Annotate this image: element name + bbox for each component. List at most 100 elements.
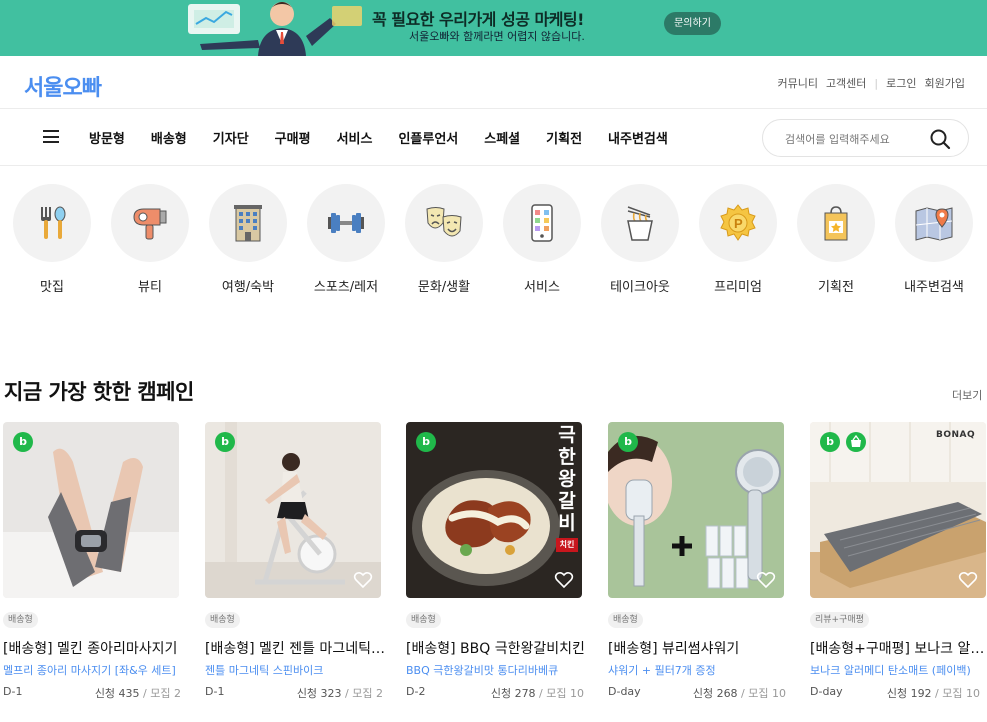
category-beauty[interactable]: 뷰티 xyxy=(100,184,200,295)
search-box[interactable]: 검색어를 입력해주세요 xyxy=(762,119,969,157)
category-takeout[interactable]: 테이크아웃 xyxy=(590,184,690,295)
hairdryer-icon xyxy=(133,208,167,240)
shopping-basket-icon xyxy=(851,434,861,447)
promo-banner[interactable]: 꼭 필요한 우리가게 성공 마케팅! 서울오빠와 함께라면 어렵지 않습니다. … xyxy=(0,0,987,56)
category-service[interactable]: 서비스 xyxy=(492,184,592,295)
campaign-title[interactable]: [배송형] 뷰리썸샤워기 xyxy=(608,638,790,658)
campaign-type-tag: 배송형 xyxy=(205,612,240,628)
applicant-count: 신청 323 xyxy=(296,687,342,700)
banner-contact-button[interactable]: 문의하기 xyxy=(664,12,721,35)
campaign-stats: 신청 192 / 모집 10 xyxy=(886,687,980,700)
category-culture[interactable]: 문화/생활 xyxy=(394,184,494,295)
community-link[interactable]: 커뮤니티 xyxy=(777,75,817,91)
customer-center-link[interactable]: 고객센터 xyxy=(826,75,866,91)
campaign-description: 보나크 알러메디 탄소매트 (페이백) xyxy=(810,664,971,677)
banner-illustration xyxy=(188,2,362,56)
menu-reporter[interactable]: 기자단 xyxy=(213,128,249,147)
purchase-review-badge xyxy=(846,432,866,452)
campaign-title[interactable]: [배송형+구매평] 보나크 알러메디 탄소매트 xyxy=(810,638,987,658)
campaign-card[interactable]: BONAQ b 리뷰+구매평 [배송형+구매평] 보나크 알러메디 탄소매트 보… xyxy=(810,422,987,700)
campaign-dday: D-day xyxy=(810,685,843,698)
banner-subtext: 서울오빠와 함께라면 어렵지 않습니다. xyxy=(409,30,585,43)
delivery-badge-icon: b xyxy=(215,432,235,452)
search-icon[interactable] xyxy=(929,128,951,150)
menu-exhibition[interactable]: 기획전 xyxy=(546,128,582,147)
chicken-photo[interactable]: 극한왕갈비 치킨 b xyxy=(406,422,582,598)
smartphone-icon xyxy=(531,204,553,242)
campaign-dday: D-1 xyxy=(3,685,23,698)
applicant-count: 신청 192 xyxy=(886,687,932,700)
top-utility-nav: 커뮤니티 고객센터 | 로그인 회원가입 xyxy=(769,75,965,91)
heart-icon[interactable] xyxy=(554,570,574,590)
category-label: 스포츠/레저 xyxy=(313,280,379,295)
category-premium[interactable]: P 프리미엄 xyxy=(688,184,788,295)
campaign-title[interactable]: [배송형] 멜킨 종아리마사지기 xyxy=(3,638,185,658)
leg-massager-photo[interactable]: b xyxy=(3,422,179,598)
menu-purchase-review[interactable]: 구매평 xyxy=(275,128,311,147)
svg-text:P: P xyxy=(734,216,743,231)
campaign-dday: D-2 xyxy=(406,685,426,698)
site-logo[interactable]: 서울오빠 xyxy=(24,70,102,102)
delivery-badge-icon: b xyxy=(13,432,33,452)
heart-icon[interactable] xyxy=(958,570,978,590)
category-label: 여행/숙박 xyxy=(221,280,275,295)
campaign-card[interactable]: b 배송형 [배송형] 멜킨 젠틀 마그네틱 스핀바이크 젠틀 마그네틱 스핀바… xyxy=(205,422,387,700)
delivery-badge-icon: b xyxy=(820,432,840,452)
campaign-title[interactable]: [배송형] 멜킨 젠틀 마그네틱 스핀바이크 xyxy=(205,638,387,658)
product-overlay-tag: 치킨 xyxy=(556,538,578,552)
campaign-type-tag: 배송형 xyxy=(3,612,38,628)
applicant-count: 신청 278 xyxy=(490,687,536,700)
login-link[interactable]: 로그인 xyxy=(886,75,916,91)
header-divider xyxy=(0,108,987,109)
campaign-type-tag: 리뷰+구매평 xyxy=(810,612,869,628)
more-link[interactable]: 더보기 xyxy=(952,387,982,403)
main-menu: 방문형 배송형 기자단 구매평 서비스 인플루언서 스페셜 기획전 내주변검색 xyxy=(89,128,694,147)
category-nearby[interactable]: 내주변검색 xyxy=(884,184,984,295)
applicant-count: 신청 268 xyxy=(692,687,738,700)
menu-visit[interactable]: 방문형 xyxy=(89,128,125,147)
campaign-title[interactable]: [배송형] BBQ 극한왕갈비치킨 xyxy=(406,638,588,658)
delivery-badge-icon: b xyxy=(416,432,436,452)
heart-icon[interactable] xyxy=(756,570,776,590)
category-travel[interactable]: 여행/숙박 xyxy=(198,184,298,295)
campaign-description: 샤워기 + 필터7개 증정 xyxy=(608,664,716,677)
menu-divider xyxy=(0,165,987,166)
campaign-card[interactable]: 극한왕갈비 치킨 b 배송형 [배송형] BBQ 극한왕갈비치킨 BBQ 극한왕… xyxy=(406,422,585,700)
campaign-stats: 신청 278 / 모집 10 xyxy=(490,687,584,700)
campaign-stats: 신청 323 / 모집 2 xyxy=(296,687,383,700)
campaign-stats: 신청 435 / 모집 2 xyxy=(94,687,181,700)
shopping-bag-icon xyxy=(824,206,848,241)
category-label: 기획전 xyxy=(818,280,854,295)
category-sports[interactable]: 스포츠/레저 xyxy=(296,184,396,295)
recruit-count: 모집 10 xyxy=(748,687,786,700)
menu-influencer[interactable]: 인플루언서 xyxy=(398,128,458,147)
noodle-cup-icon xyxy=(627,206,653,241)
menu-nearby-search[interactable]: 내주변검색 xyxy=(608,128,668,147)
menu-special[interactable]: 스페셜 xyxy=(484,128,520,147)
nav-separator: | xyxy=(874,76,879,90)
map-pin-icon xyxy=(915,207,953,241)
delivery-badge-icon: b xyxy=(618,432,638,452)
campaign-dday: D-1 xyxy=(205,685,225,698)
banner-headline: 꼭 필요한 우리가게 성공 마케팅! xyxy=(372,10,584,29)
carbon-mat-photo[interactable]: BONAQ b xyxy=(810,422,986,598)
applicant-count: 신청 435 xyxy=(94,687,140,700)
search-input[interactable]: 검색어를 입력해주세요 xyxy=(785,131,890,147)
section-title: 지금 가장 핫한 캠페인 xyxy=(4,380,194,404)
spin-bike-photo[interactable]: b xyxy=(205,422,381,598)
campaign-card[interactable]: b 배송형 [배송형] 멜킨 종아리마사지기 멜프리 종아리 마사지기 [좌&우… xyxy=(3,422,181,700)
campaign-dday: D-day xyxy=(608,685,641,698)
menu-service[interactable]: 서비스 xyxy=(337,128,373,147)
recruit-count: 모집 2 xyxy=(352,687,383,700)
heart-icon[interactable] xyxy=(353,570,373,590)
campaign-card[interactable]: b 배송형 [배송형] 뷰리썸샤워기 샤워기 + 필터7개 증정 D-day 신… xyxy=(608,422,786,700)
campaign-type-tag: 배송형 xyxy=(406,612,441,628)
shower-head-photo[interactable]: b xyxy=(608,422,784,598)
signup-link[interactable]: 회원가입 xyxy=(925,75,965,91)
category-restaurant[interactable]: 맛집 xyxy=(2,184,102,295)
hamburger-menu-icon[interactable] xyxy=(43,130,59,143)
category-exhibition[interactable]: 기획전 xyxy=(786,184,886,295)
campaign-description: 멜프리 종아리 마사지기 [좌&우 세트] xyxy=(3,664,176,677)
category-label: 서비스 xyxy=(524,280,560,295)
menu-delivery[interactable]: 배송형 xyxy=(151,128,187,147)
